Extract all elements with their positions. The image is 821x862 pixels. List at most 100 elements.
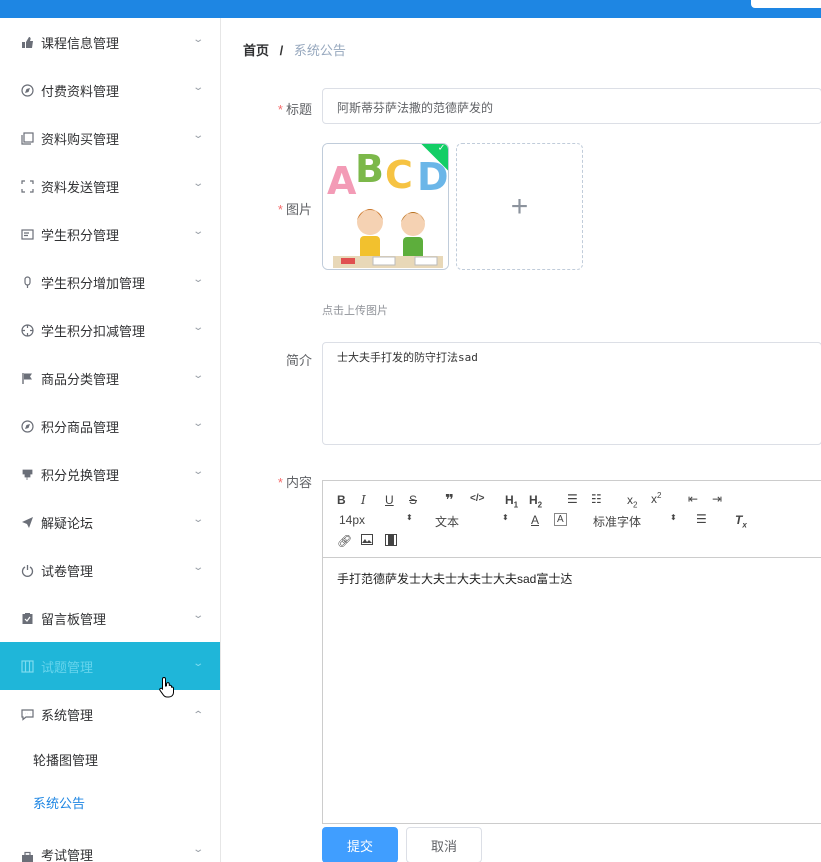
- chevron-down-icon: ⌄: [191, 130, 204, 141]
- sidebar-item-label: 商品分类管理: [41, 371, 120, 387]
- header-select[interactable]: 文本 ⬍: [435, 513, 509, 530]
- chevron-down-icon: ⌄: [191, 82, 204, 93]
- rich-text-editor: B I U S ❞ </> H1 H2 ☰ ☷ x2 x2 ⇤ ⇥ 14px ⬍…: [322, 480, 821, 824]
- sidebar-item-label: 资料发送管理: [41, 179, 120, 195]
- postcard-icon: [20, 227, 34, 241]
- chevron-down-icon: ⌄: [191, 562, 204, 573]
- blockquote-icon[interactable]: ❞: [445, 491, 454, 509]
- sidebar-item-points-exchange[interactable]: 积分兑换管理 ⌄: [0, 450, 220, 498]
- sidebar-item-course-info[interactable]: 课程信息管理 ⌄: [0, 18, 220, 66]
- chevron-down-icon: ⌄: [191, 226, 204, 237]
- breadcrumb-home[interactable]: 首页: [243, 43, 269, 58]
- submit-button[interactable]: 提交: [322, 827, 398, 862]
- sidebar-item-material-send[interactable]: 资料发送管理 ⌄: [0, 162, 220, 210]
- sidebar-item-label: 考试管理: [41, 848, 94, 862]
- editor-content-text: 手打范德萨发士大夫士大夫士大夫sad富士达: [337, 572, 573, 586]
- underline-icon[interactable]: U: [385, 493, 394, 507]
- align-icon[interactable]: ☰: [696, 512, 707, 526]
- font-family-select[interactable]: 标准字体 ⬍: [593, 513, 677, 530]
- required-mark: *: [277, 102, 283, 117]
- select-arrow-icon: ⬍: [670, 513, 677, 522]
- send-icon: [20, 515, 34, 529]
- link-icon[interactable]: 🔗︎: [337, 534, 352, 548]
- intro-label: 简介: [285, 353, 312, 368]
- text-color-icon[interactable]: A: [531, 513, 539, 527]
- sidebar-subitem-announcement[interactable]: 系统公告: [0, 781, 220, 824]
- hand-cursor-icon: [159, 676, 174, 698]
- sidebar-item-message-board[interactable]: 留言板管理 ⌄: [0, 594, 220, 642]
- intro-textarea[interactable]: 士大夫手打发的防守打法sad: [322, 342, 821, 445]
- fullscreen-icon: [20, 179, 34, 193]
- chat-icon: [20, 707, 34, 721]
- ordered-list-icon[interactable]: ☰: [567, 492, 578, 506]
- content-label: * 内容: [277, 475, 312, 490]
- sidebar-item-points-deduct[interactable]: 学生积分扣减管理 ⌄: [0, 306, 220, 354]
- chevron-down-icon: ⌄: [191, 610, 204, 621]
- video-icon[interactable]: [385, 534, 397, 549]
- required-mark: *: [277, 202, 283, 217]
- strikethrough-icon[interactable]: S: [409, 493, 417, 507]
- svg-text:B: B: [355, 147, 384, 191]
- sidebar-item-material-purchase[interactable]: 资料购买管理 ⌄: [0, 114, 220, 162]
- italic-icon[interactable]: I: [361, 493, 366, 507]
- sidebar-item-label: 积分兑换管理: [41, 467, 120, 483]
- bullet-list-icon[interactable]: ☷: [591, 492, 602, 506]
- title-input[interactable]: 阿斯蒂芬萨法撒的范德萨发的: [322, 88, 821, 124]
- aim-icon: [20, 323, 34, 337]
- sidebar-item-exam-paper[interactable]: 试卷管理 ⌄: [0, 546, 220, 594]
- heading-1-icon[interactable]: H1: [505, 493, 518, 509]
- heading-2-icon[interactable]: H2: [529, 493, 542, 509]
- chevron-down-icon: ⌄: [191, 322, 204, 333]
- sidebar-item-question[interactable]: 试题管理 ⌄: [0, 642, 220, 690]
- sidebar-item-label: 解疑论坛: [41, 515, 94, 531]
- sidebar-item-paid-materials[interactable]: 付费资料管理 ⌄: [0, 66, 220, 114]
- code-block-icon[interactable]: </>: [470, 493, 484, 504]
- sidebar-item-label: 系统管理: [41, 707, 94, 723]
- chevron-down-icon: ⌄: [191, 418, 204, 429]
- main-content: 首页 / 系统公告 * 标题 阿斯蒂芬萨法撒的范德萨发的 * 图片 A B C D: [222, 18, 821, 862]
- flag-icon: [20, 371, 34, 385]
- sidebar-item-student-points[interactable]: 学生积分管理 ⌄: [0, 210, 220, 258]
- thumbs-up-icon: [20, 35, 34, 49]
- background-color-icon[interactable]: A: [554, 513, 567, 526]
- sidebar-item-points-increase[interactable]: 学生积分增加管理 ⌄: [0, 258, 220, 306]
- intro-textarea-value: 士大夫手打发的防守打法sad: [337, 351, 478, 364]
- cancel-button[interactable]: 取消: [406, 827, 482, 862]
- outdent-icon[interactable]: ⇤: [688, 492, 698, 506]
- image-icon[interactable]: [361, 534, 373, 548]
- sidebar-subitem-carousel[interactable]: 轮播图管理: [0, 738, 220, 781]
- chevron-down-icon: ⌄: [191, 466, 204, 477]
- select-arrow-icon: ⬍: [502, 513, 509, 522]
- top-bar: [0, 0, 821, 18]
- sidebar-item-forum[interactable]: 解疑论坛 ⌄: [0, 498, 220, 546]
- indent-icon[interactable]: ⇥: [712, 492, 722, 506]
- editor-content-area[interactable]: 手打范德萨发士大夫士大夫士大夫sad富士达: [323, 558, 821, 599]
- superscript-icon[interactable]: x2: [651, 491, 661, 506]
- chevron-down-icon: ⌄: [191, 274, 204, 285]
- sidebar-item-system[interactable]: 系统管理 ⌃: [0, 690, 220, 738]
- sidebar-item-label: 试题管理: [41, 659, 94, 675]
- sidebar-item-goods-category[interactable]: 商品分类管理 ⌄: [0, 354, 220, 402]
- sidebar-item-exam[interactable]: 考试管理 ⌄: [0, 824, 220, 862]
- upload-tip: 点击上传图片: [322, 305, 388, 317]
- font-size-select[interactable]: 14px ⬍: [339, 513, 413, 527]
- sidebar-item-points-goods[interactable]: 积分商品管理 ⌄: [0, 402, 220, 450]
- top-right-control[interactable]: [751, 0, 821, 8]
- compass-icon: [20, 419, 34, 433]
- upload-add-button[interactable]: +: [456, 143, 583, 270]
- uploaded-image-thumbnail[interactable]: A B C D ✓: [322, 143, 449, 270]
- bold-icon[interactable]: B: [337, 493, 346, 507]
- mic-icon: [20, 275, 34, 289]
- svg-text:C: C: [385, 153, 413, 197]
- chevron-down-icon: ⌄: [191, 514, 204, 525]
- clear-format-icon[interactable]: Tx: [735, 513, 747, 529]
- stamp-icon: [20, 467, 34, 481]
- abc-kids-image: A B C D: [323, 144, 448, 269]
- sidebar-item-label: 付费资料管理: [41, 83, 120, 99]
- checklist-icon: [20, 611, 34, 625]
- subscript-icon[interactable]: x2: [627, 493, 637, 509]
- sidebar-item-label: 学生积分增加管理: [41, 275, 146, 291]
- sidebar-item-label: 课程信息管理: [41, 35, 120, 51]
- select-arrow-icon: ⬍: [406, 513, 413, 522]
- sidebar-item-label: 学生积分管理: [41, 227, 120, 243]
